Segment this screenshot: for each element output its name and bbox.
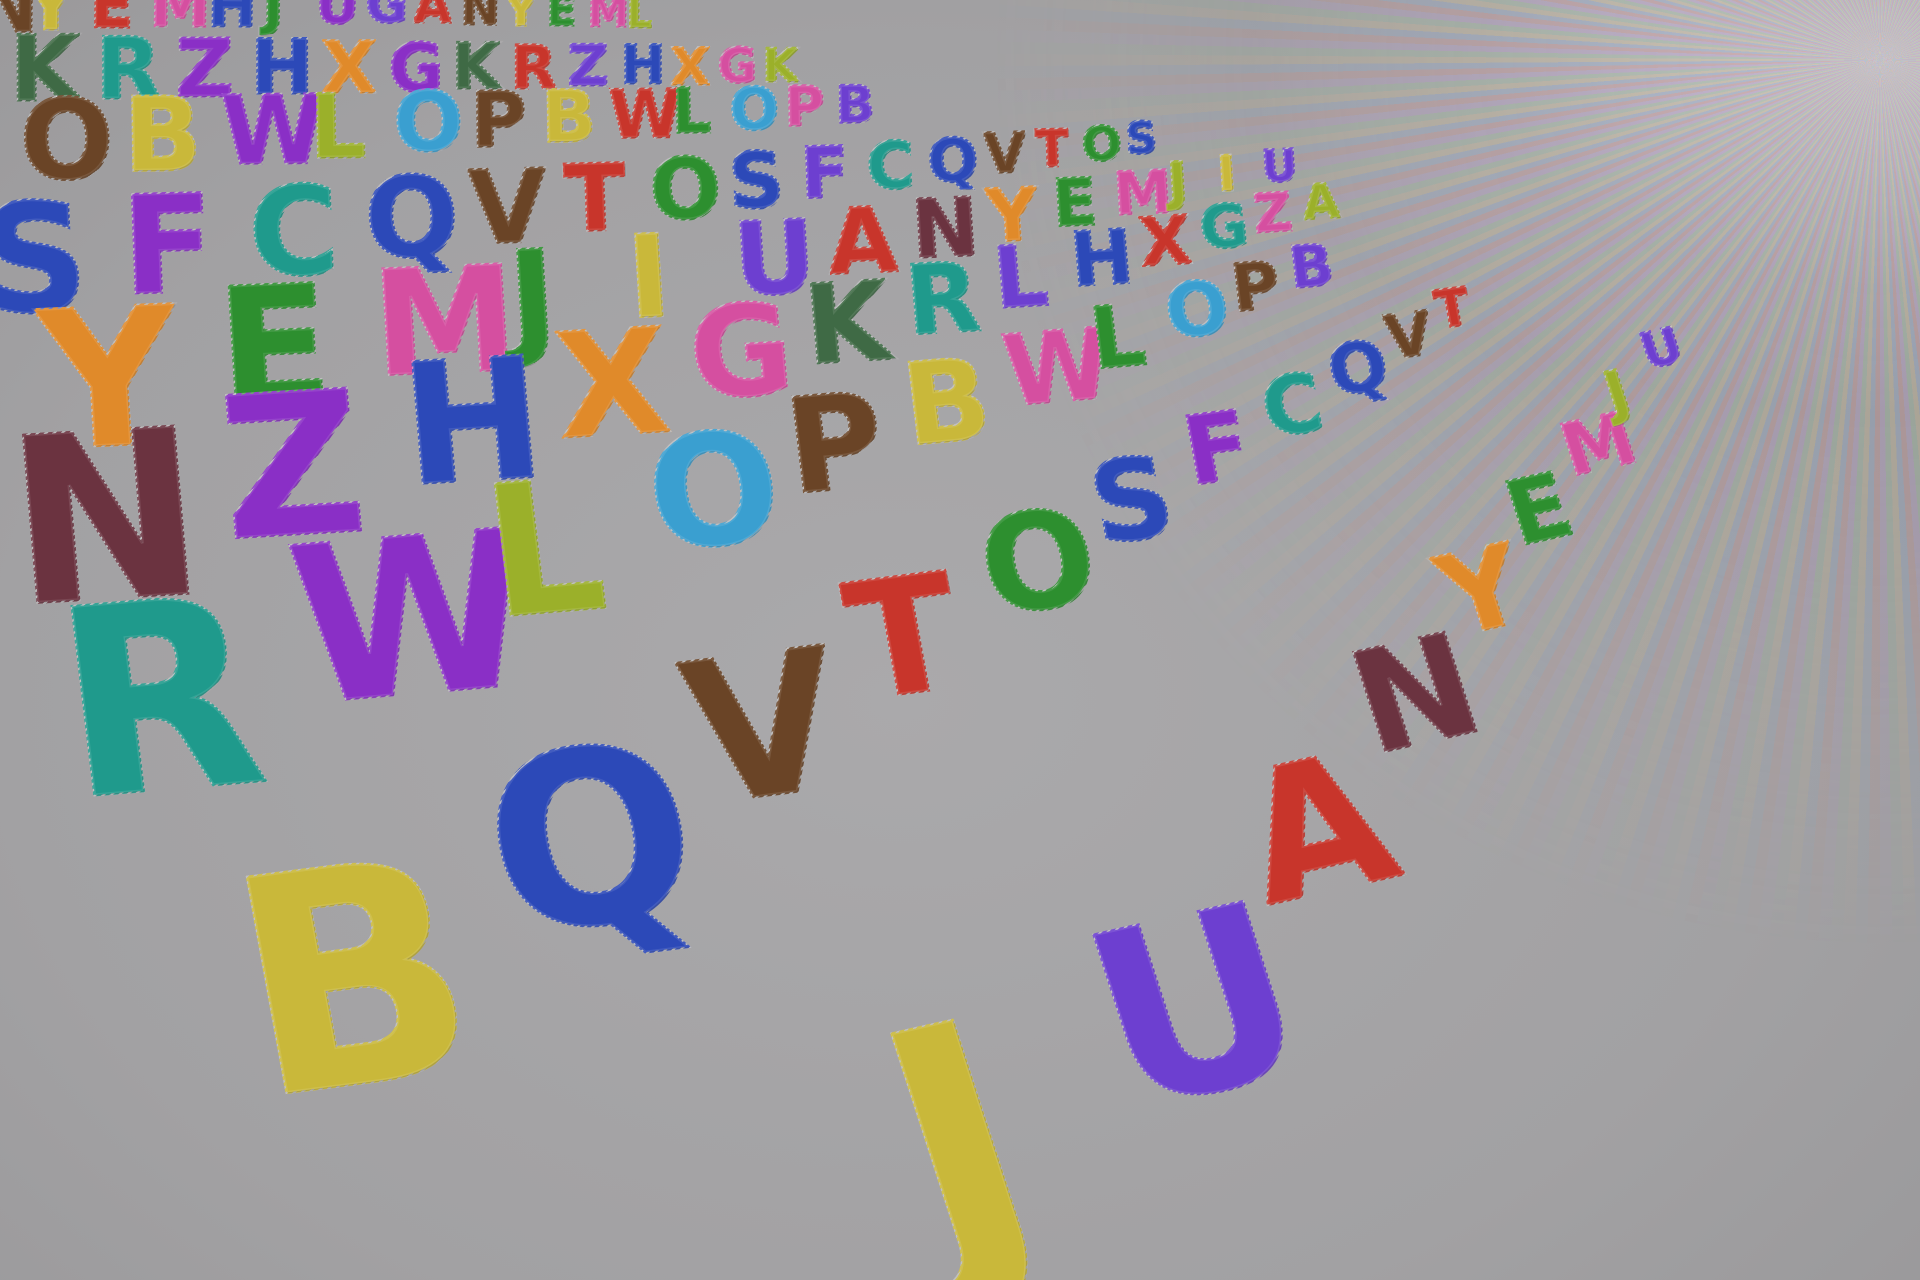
row-6-letter-5: B (895, 334, 999, 473)
row-5-letter-11: Z (1250, 180, 1296, 246)
row-2-letter-9: O (728, 74, 781, 145)
row-6-letter-8: O (1160, 264, 1235, 357)
letter-perspective-scene: NYEMHJUGANYEMLKRZHXGKRZHXGKOBWLOPBWLOPBS… (0, 0, 1920, 1280)
row-0-letter-8: A (413, 0, 454, 36)
row-6-letter-0: R (41, 540, 280, 860)
row-6-letter-10: B (1285, 231, 1339, 303)
letter-field: NYEMHJUGANYEMLKRZHXGKRZHXGKOBWLOPBWLOPBS… (0, 0, 1920, 1280)
row-2-letter-5: P (468, 74, 528, 166)
row-7-letter-5: S (1079, 431, 1185, 571)
row-2-letter-3: L (308, 74, 368, 180)
row-5-letter-9: X (1135, 200, 1195, 283)
row-7-letter-6: F (1173, 390, 1260, 509)
row-7-letter-4: O (967, 479, 1110, 648)
row-7-letter-0: B (208, 792, 501, 1168)
row-5-letter-6: R (899, 240, 985, 358)
row-8-letter-0: J (841, 950, 1083, 1280)
row-0-letter-10: Y (503, 0, 539, 37)
row-7-letter-8: Q (1321, 324, 1396, 413)
row-7-letter-3: T (831, 537, 976, 738)
row-2-letter-11: B (834, 73, 876, 135)
row-7-letter-1: Q (463, 688, 719, 993)
row-6-letter-2: L (473, 439, 616, 661)
row-0-letter-11: E (545, 0, 578, 38)
row-7-letter-7: C (1253, 355, 1331, 457)
row-2-letter-10: P (783, 73, 826, 139)
row-7-letter-10: T (1428, 275, 1477, 342)
row-5-letter-5: K (798, 256, 896, 391)
row-6-letter-9: P (1226, 246, 1285, 327)
row-6-letter-3: O (637, 397, 791, 588)
row-6-letter-4: P (776, 363, 893, 525)
row-3-letter-5: T (560, 143, 629, 255)
row-2-letter-6: B (540, 75, 598, 161)
row-7-letter-9: V (1379, 298, 1440, 375)
row-3-letter-14: S (1124, 112, 1160, 166)
row-5-letter-7: L (988, 225, 1053, 329)
row-7-letter-2: V (666, 606, 860, 852)
row-0-letter-12: M (586, 0, 630, 38)
row-2-letter-8: L (670, 74, 713, 148)
row-0-letter-9: N (459, 0, 502, 37)
row-5-letter-12: A (1299, 172, 1343, 232)
row-0-letter-13: L (625, 0, 654, 38)
row-6-letter-7: L (1084, 285, 1152, 390)
row-5-letter-10: G (1196, 190, 1253, 264)
row-8-letter-8: U (1632, 315, 1691, 381)
